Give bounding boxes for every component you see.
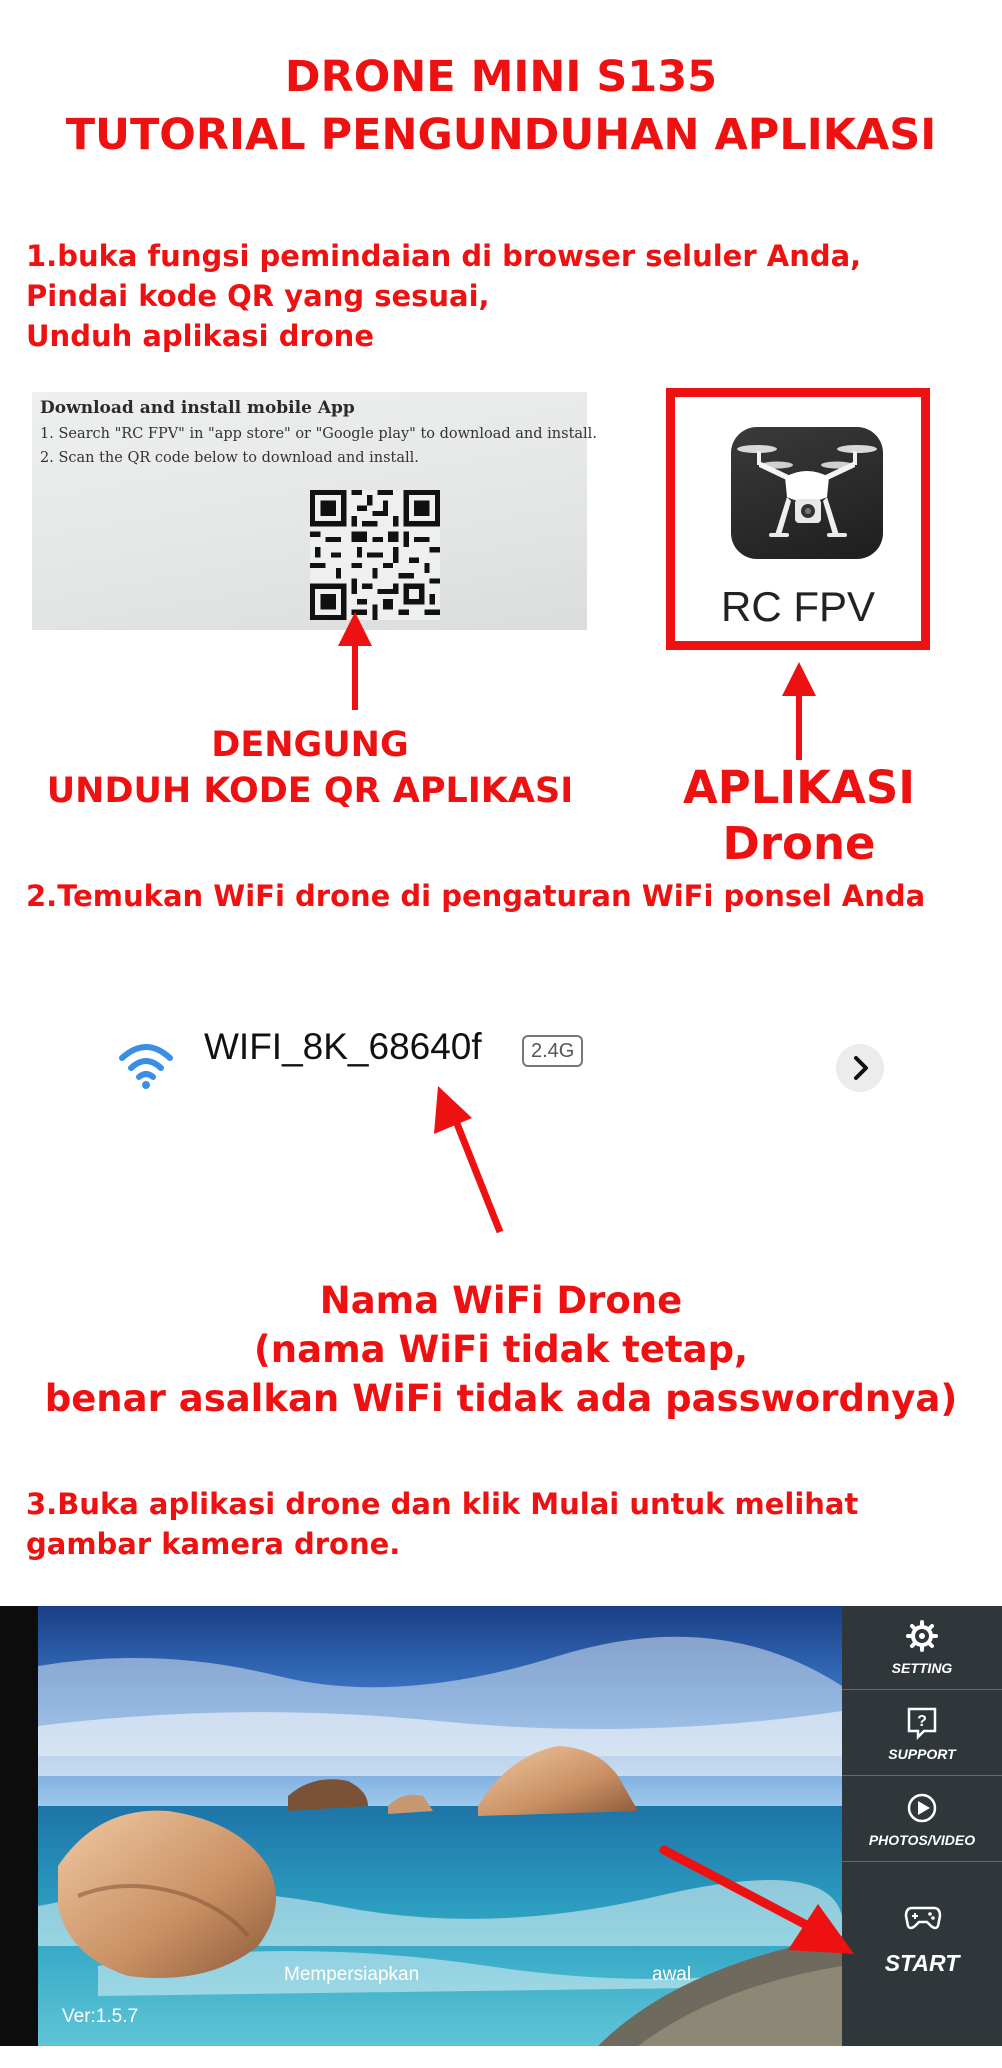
arrow-up-icon <box>338 612 372 710</box>
step-2-instructions: 2.Temukan WiFi drone di pengaturan WiFi … <box>26 876 925 916</box>
menu-setting[interactable]: SETTING <box>842 1606 1002 1690</box>
step-1-line-1: 1.buka fungsi pemindaian di browser selu… <box>26 239 862 273</box>
gamepad-icon <box>904 1906 942 1930</box>
qr-caption-line-1: DENGUNG <box>211 725 409 765</box>
wifi-caption-line-1: Nama WiFi Drone <box>319 1279 683 1322</box>
step-3-line-1: 3.Buka aplikasi drone dan klik Mulai unt… <box>26 1487 859 1521</box>
status-text-left: Mempersiapkan <box>284 1964 420 1985</box>
app-caption: APLIKASI Drone <box>682 761 916 870</box>
qr-card-heading: Download and install mobile App <box>40 398 355 418</box>
step-1-line-3: Unduh aplikasi drone <box>26 319 374 353</box>
wifi-network-name[interactable]: WIFI_8K_68640f <box>204 1026 482 1068</box>
title-line-2: TUTORIAL PENGUNDUHAN APLIKASI <box>65 110 937 160</box>
qr-caption: DENGUNG UNDUH KODE QR APLIKASI <box>40 722 580 814</box>
phone-bezel <box>0 1606 38 2046</box>
menu-setting-label: SETTING <box>891 1660 953 1676</box>
gear-icon <box>906 1620 938 1652</box>
chevron-right-icon <box>854 1056 868 1080</box>
wifi-caption-line-2: (nama WiFi tidak tetap, <box>253 1328 749 1371</box>
title-line-1: DRONE MINI S135 <box>284 52 718 102</box>
drone-icon <box>737 445 877 537</box>
arrow-up-left-icon <box>434 1086 504 1234</box>
play-icon <box>907 1793 937 1823</box>
wifi-caption: Nama WiFi Drone (nama WiFi tidak tetap, … <box>0 1276 1002 1423</box>
app-home-screenshot: SETTING ? SUPPORT PHOTOS/VIDEO START Mem… <box>0 1606 1002 2046</box>
wifi-band-badge: 2.4G <box>522 1035 584 1067</box>
step-2-line-1: 2.Temukan WiFi drone di pengaturan WiFi … <box>26 879 926 913</box>
arrow-up-icon <box>782 662 816 760</box>
menu-support-label: SUPPORT <box>888 1746 956 1762</box>
help-icon: ? <box>907 1707 937 1740</box>
qr-card-line-1: 1. Search "RC FPV" in "app store" or "Go… <box>40 426 597 442</box>
app-name: RC FPV <box>720 583 875 630</box>
step-1-line-2: Pindai kode QR yang sesuai, <box>26 279 490 313</box>
svg-text:?: ? <box>917 1713 927 1730</box>
wifi-icon <box>119 1044 173 1089</box>
step-3-line-2: gambar kamera drone. <box>26 1527 401 1561</box>
app-side-menu: SETTING ? SUPPORT PHOTOS/VIDEO <box>842 1606 1002 2046</box>
qr-code-photo: Download and install mobile App 1. Searc… <box>32 392 597 630</box>
qr-card-line-2: 2. Scan the QR code below to download an… <box>40 450 419 466</box>
arrow-down-right-icon <box>659 1845 854 1954</box>
drone-app-icon[interactable] <box>731 427 883 559</box>
wifi-details-button[interactable] <box>836 1044 884 1092</box>
wifi-caption-line-3: benar asalkan WiFi tidak ada passwordnya… <box>44 1377 958 1420</box>
menu-support[interactable]: ? SUPPORT <box>842 1692 1002 1776</box>
step-1-instructions: 1.buka fungsi pemindaian di browser selu… <box>26 236 861 356</box>
beach-background-image <box>38 1606 842 2046</box>
page-title: DRONE MINI S135 TUTORIAL PENGUNDUHAN APL… <box>0 48 1002 164</box>
app-icon-frame: RC FPV <box>666 388 930 650</box>
app-version: Ver:1.5.7 <box>62 2006 139 2027</box>
qr-code[interactable] <box>310 490 440 620</box>
qr-caption-line-2: UNDUH KODE QR APLIKASI <box>46 771 574 811</box>
step-3-instructions: 3.Buka aplikasi drone dan klik Mulai unt… <box>26 1484 858 1564</box>
